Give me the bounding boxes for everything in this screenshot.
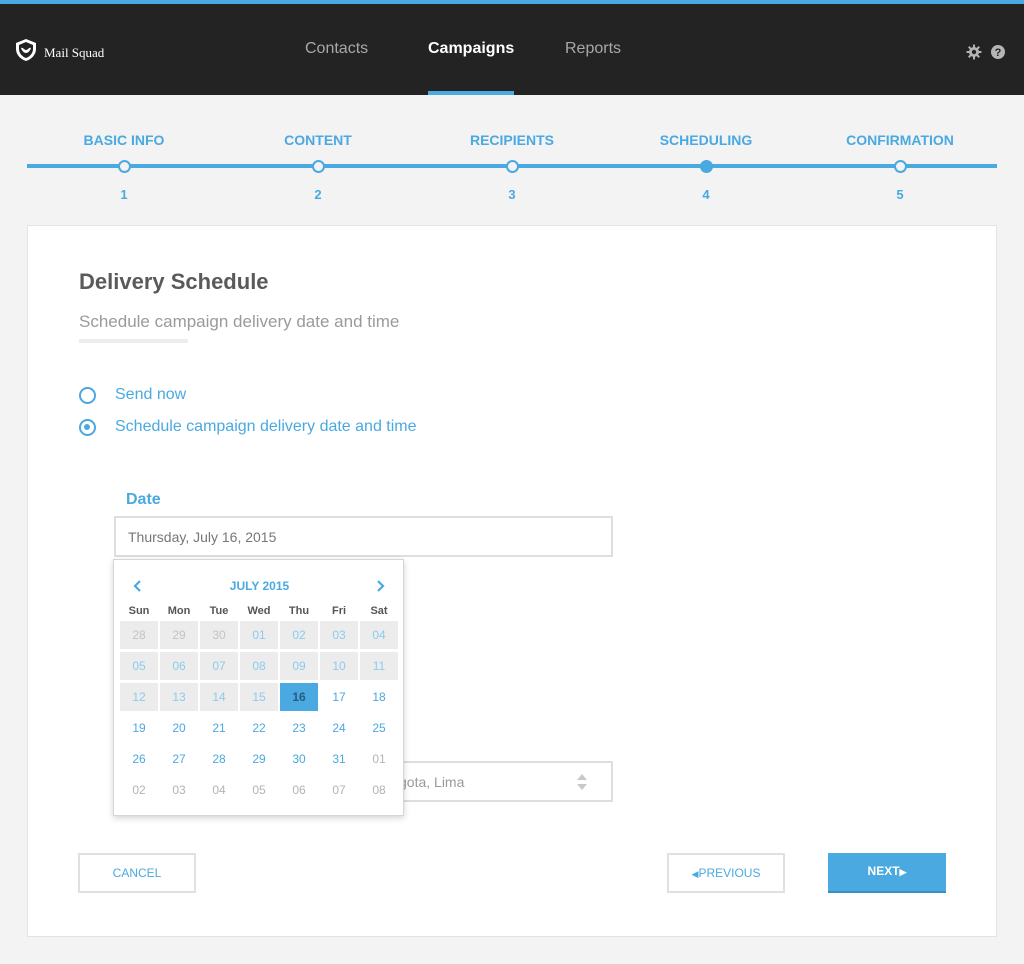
step-number: 1: [120, 187, 128, 202]
calendar-day[interactable]: 25: [360, 714, 398, 742]
cancel-button[interactable]: CANCEL: [78, 853, 196, 893]
calendar-day[interactable]: 24: [320, 714, 358, 742]
page-subtitle: Schedule campaign delivery date and time: [79, 312, 400, 331]
calendar-day[interactable]: 07: [200, 652, 238, 680]
top-icons: ?: [966, 44, 1006, 60]
calendar-day[interactable]: 01: [360, 745, 398, 773]
calendar-day[interactable]: 03: [320, 621, 358, 649]
date-picker-popup: JULY 2015 Sun Mon Tue Wed Thu Fri Sat 28 29 30 01 0…: [113, 559, 404, 816]
calendar-day[interactable]: 07: [320, 776, 358, 804]
help-icon[interactable]: ?: [990, 44, 1006, 60]
radio-schedule[interactable]: [79, 418, 96, 436]
step-label: SCHEDULING: [659, 132, 753, 148]
date-input[interactable]: [114, 516, 613, 557]
next-label: NEXT: [867, 864, 900, 878]
step-label: CONFIRMATION: [846, 132, 954, 148]
calendar-day[interactable]: 28: [200, 745, 238, 773]
weekday-label: Sun: [128, 605, 150, 617]
calendar-day[interactable]: 29: [240, 745, 278, 773]
calendar-day[interactable]: 05: [120, 652, 158, 680]
calendar-day[interactable]: 06: [160, 652, 198, 680]
calendar-day[interactable]: 08: [240, 652, 278, 680]
calendar-day[interactable]: 10: [320, 652, 358, 680]
calendar-day[interactable]: 06: [280, 776, 318, 804]
next-button[interactable]: NEXT▶: [828, 853, 946, 893]
step-number: 2: [314, 187, 322, 202]
step-dot: [312, 160, 325, 173]
calendar-day[interactable]: 30: [200, 621, 238, 649]
calendar-day[interactable]: 19: [120, 714, 158, 742]
nav-contacts[interactable]: Contacts: [305, 40, 368, 95]
step-label: RECIPIENTS: [469, 132, 554, 148]
step-number: 3: [508, 187, 516, 202]
step-dot: [894, 160, 907, 173]
calendar-day[interactable]: 03: [160, 776, 198, 804]
step-label: BASIC INFO: [83, 132, 165, 148]
calendar-day[interactable]: 22: [240, 714, 278, 742]
date-label: Date: [126, 491, 161, 508]
weekday-label: Thu: [288, 605, 310, 617]
calendar-day[interactable]: 02: [280, 621, 318, 649]
calendar-day[interactable]: 17: [320, 683, 358, 711]
step-dot-current: [700, 160, 713, 173]
app-logo[interactable]: Mail Squad: [14, 38, 104, 67]
calendar-day[interactable]: 02: [120, 776, 158, 804]
weekday-label: Fri: [331, 605, 347, 617]
previous-button[interactable]: ◀PREVIOUS: [667, 853, 785, 893]
timezone-value: gota, Lima: [399, 774, 465, 790]
calendar-day[interactable]: 04: [360, 621, 398, 649]
step-number: 5: [896, 187, 904, 202]
calendar-day[interactable]: 21: [200, 714, 238, 742]
calendar-day[interactable]: 15: [240, 683, 278, 711]
calendar-day[interactable]: 16: [280, 683, 318, 711]
step-label: CONTENT: [284, 132, 352, 148]
calendar-day[interactable]: 11: [360, 652, 398, 680]
select-arrows-icon: [577, 773, 587, 791]
calendar-day[interactable]: 01: [240, 621, 278, 649]
weekday-label: Mon: [167, 605, 191, 617]
calendar-day[interactable]: 12: [120, 683, 158, 711]
calendar-day[interactable]: 30: [280, 745, 318, 773]
calendar-day[interactable]: 20: [160, 714, 198, 742]
calendar-day[interactable]: 05: [240, 776, 278, 804]
nav-reports[interactable]: Reports: [565, 40, 621, 95]
step-number: 4: [702, 187, 710, 202]
shield-logo-icon: [14, 38, 38, 67]
calendar-day[interactable]: 28: [120, 621, 158, 649]
page-title: Delivery Schedule: [79, 269, 269, 294]
svg-text:?: ?: [995, 47, 1002, 59]
chevron-right-icon[interactable]: [375, 578, 387, 594]
radio-label: Send now: [115, 386, 187, 403]
top-navbar: Mail Squad Contacts Campaigns Reports ?: [0, 0, 1024, 95]
calendar-day[interactable]: 13: [160, 683, 198, 711]
previous-label: PREVIOUS: [698, 866, 761, 880]
radio-label: Schedule campaign delivery date and time: [115, 418, 417, 435]
calendar-day[interactable]: 27: [160, 745, 198, 773]
calendar-day[interactable]: 23: [280, 714, 318, 742]
calendar-day[interactable]: 29: [160, 621, 198, 649]
step-dot: [118, 160, 131, 173]
weekday-label: Sat: [370, 605, 388, 617]
option-send-now[interactable]: Send now: [79, 386, 186, 404]
weekday-label: Tue: [209, 605, 229, 617]
calendar-day[interactable]: 14: [200, 683, 238, 711]
calendar-day[interactable]: 09: [280, 652, 318, 680]
radio-send-now[interactable]: [79, 386, 96, 404]
option-schedule[interactable]: Schedule campaign delivery date and time: [79, 418, 417, 436]
calendar-day[interactable]: 08: [360, 776, 398, 804]
calendar-day[interactable]: 18: [360, 683, 398, 711]
calendar-month-title: JULY 2015: [229, 579, 290, 593]
subtitle-underline: [79, 339, 188, 343]
app-name: Mail Squad: [44, 44, 105, 60]
gear-icon[interactable]: [966, 44, 982, 60]
progress-stepper: BASIC INFO 1 CONTENT 2 RECIPIENTS 3 SCHE…: [27, 100, 997, 210]
weekday-label: Wed: [247, 605, 271, 617]
step-dot: [506, 160, 519, 173]
nav-campaigns[interactable]: Campaigns: [428, 40, 515, 95]
calendar-day[interactable]: 31: [320, 745, 358, 773]
chevron-right-icon: ▶: [899, 867, 907, 877]
calendar-day[interactable]: 26: [120, 745, 158, 773]
calendar-day[interactable]: 04: [200, 776, 238, 804]
